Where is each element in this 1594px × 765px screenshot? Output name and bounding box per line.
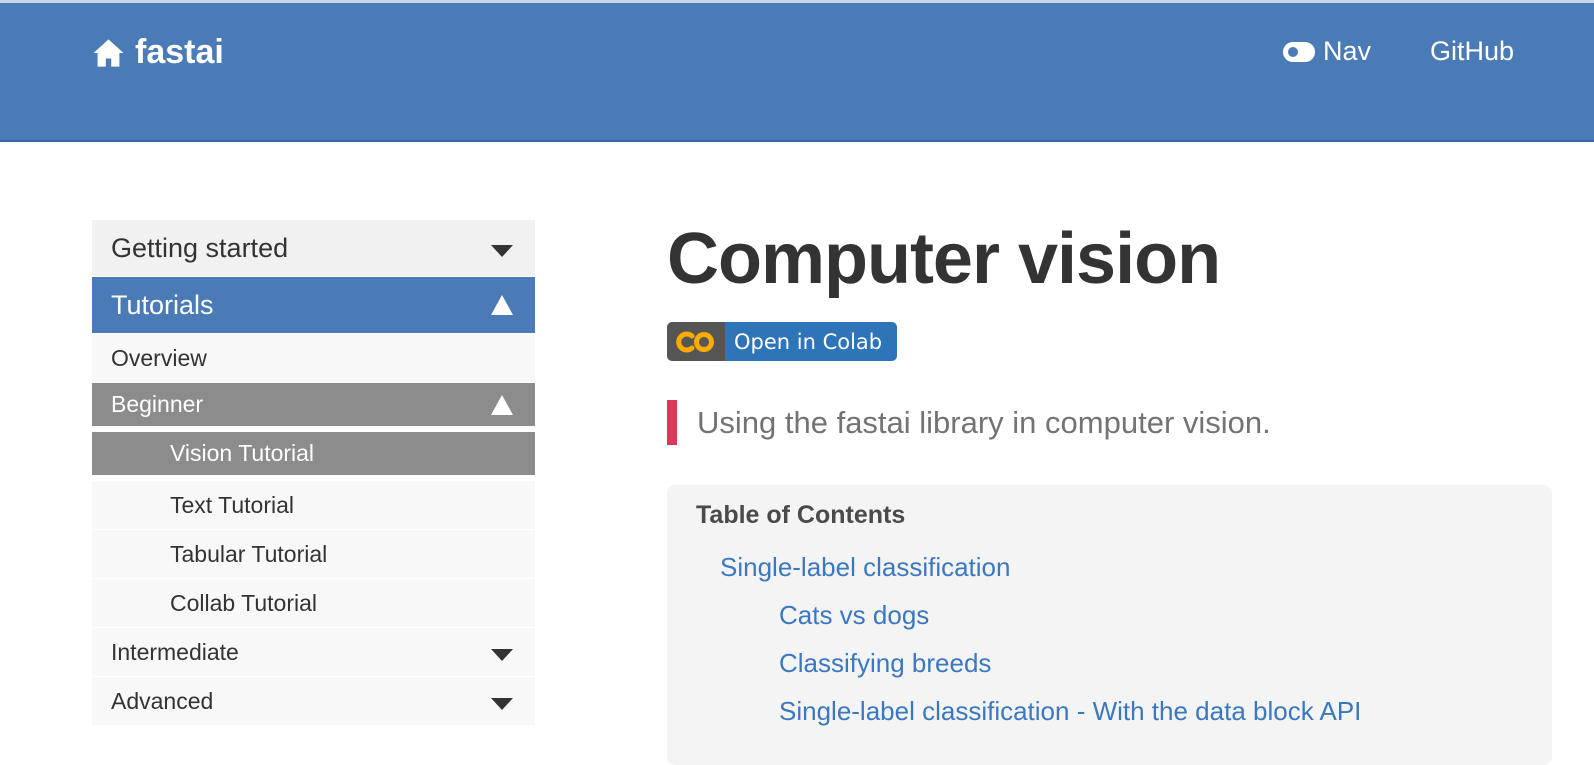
sidebar-item-label: Text Tutorial (170, 491, 294, 518)
sidebar-item-text-tutorial[interactable]: Text Tutorial (92, 481, 535, 530)
toggle-icon (1283, 41, 1315, 62)
chevron-down-icon (491, 649, 513, 661)
nav-label: Nav (1323, 36, 1372, 66)
open-in-colab-button[interactable]: Open in Colab (667, 322, 897, 361)
sidebar-item-collab-tutorial[interactable]: Collab Tutorial (92, 579, 535, 628)
chevron-down-icon (491, 698, 513, 710)
chevron-down-icon (491, 245, 513, 257)
summary-text: Using the fastai library in computer vis… (697, 404, 1271, 440)
sidebar-item-vision-tutorial[interactable]: Vision Tutorial (92, 432, 535, 476)
sidebar-item-label: Advanced (111, 687, 214, 714)
sidebar-item-label: Getting started (111, 232, 289, 263)
sidebar-item-tutorials[interactable]: Tutorials (92, 277, 535, 334)
toc-title: Table of Contents (696, 501, 906, 529)
toc-link-data-block-api[interactable]: Single-label classification - With the d… (779, 696, 1361, 727)
toc-link-classifying-breeds[interactable]: Classifying breeds (779, 648, 991, 679)
toc-link-cats-vs-dogs[interactable]: Cats vs dogs (779, 600, 929, 631)
home-icon (93, 38, 124, 67)
brand-link[interactable]: fastai (92, 33, 224, 72)
sidebar-nav: Getting started Tutorials Overview Begin… (92, 220, 535, 726)
chevron-up-icon (491, 394, 513, 415)
table-of-contents: Table of Contents Single-label classific… (667, 485, 1552, 765)
sidebar-item-label: Collab Tutorial (170, 589, 318, 616)
site-header: fastai Nav GitHub (0, 3, 1594, 142)
sidebar-item-tabular-tutorial[interactable]: Tabular Tutorial (92, 530, 535, 579)
sidebar-item-label: Tutorials (111, 289, 214, 320)
sidebar-item-advanced[interactable]: Advanced (92, 677, 535, 726)
sidebar-item-getting-started[interactable]: Getting started (92, 220, 535, 277)
sidebar-item-label: Beginner (111, 391, 204, 417)
colab-label: Open in Colab (725, 322, 897, 361)
nav-toggle-button[interactable]: Nav (1283, 36, 1371, 67)
github-link[interactable]: GitHub (1430, 36, 1514, 67)
brand-name: fastai (135, 33, 224, 71)
sidebar-item-label: Intermediate (111, 638, 239, 665)
sidebar-item-overview[interactable]: Overview (92, 334, 535, 383)
sidebar-item-label: Vision Tutorial (170, 440, 315, 466)
colab-logo-icon (667, 322, 725, 361)
page-title: Computer vision (667, 219, 1221, 299)
toc-link-single-label[interactable]: Single-label classification (720, 552, 1010, 583)
chevron-up-icon (491, 295, 513, 315)
sidebar-item-intermediate[interactable]: Intermediate (92, 628, 535, 677)
sidebar-item-label: Overview (111, 344, 207, 371)
sidebar-item-label: Tabular Tutorial (170, 540, 328, 567)
page-summary: Using the fastai library in computer vis… (667, 400, 1271, 445)
sidebar-item-beginner[interactable]: Beginner (92, 383, 535, 427)
